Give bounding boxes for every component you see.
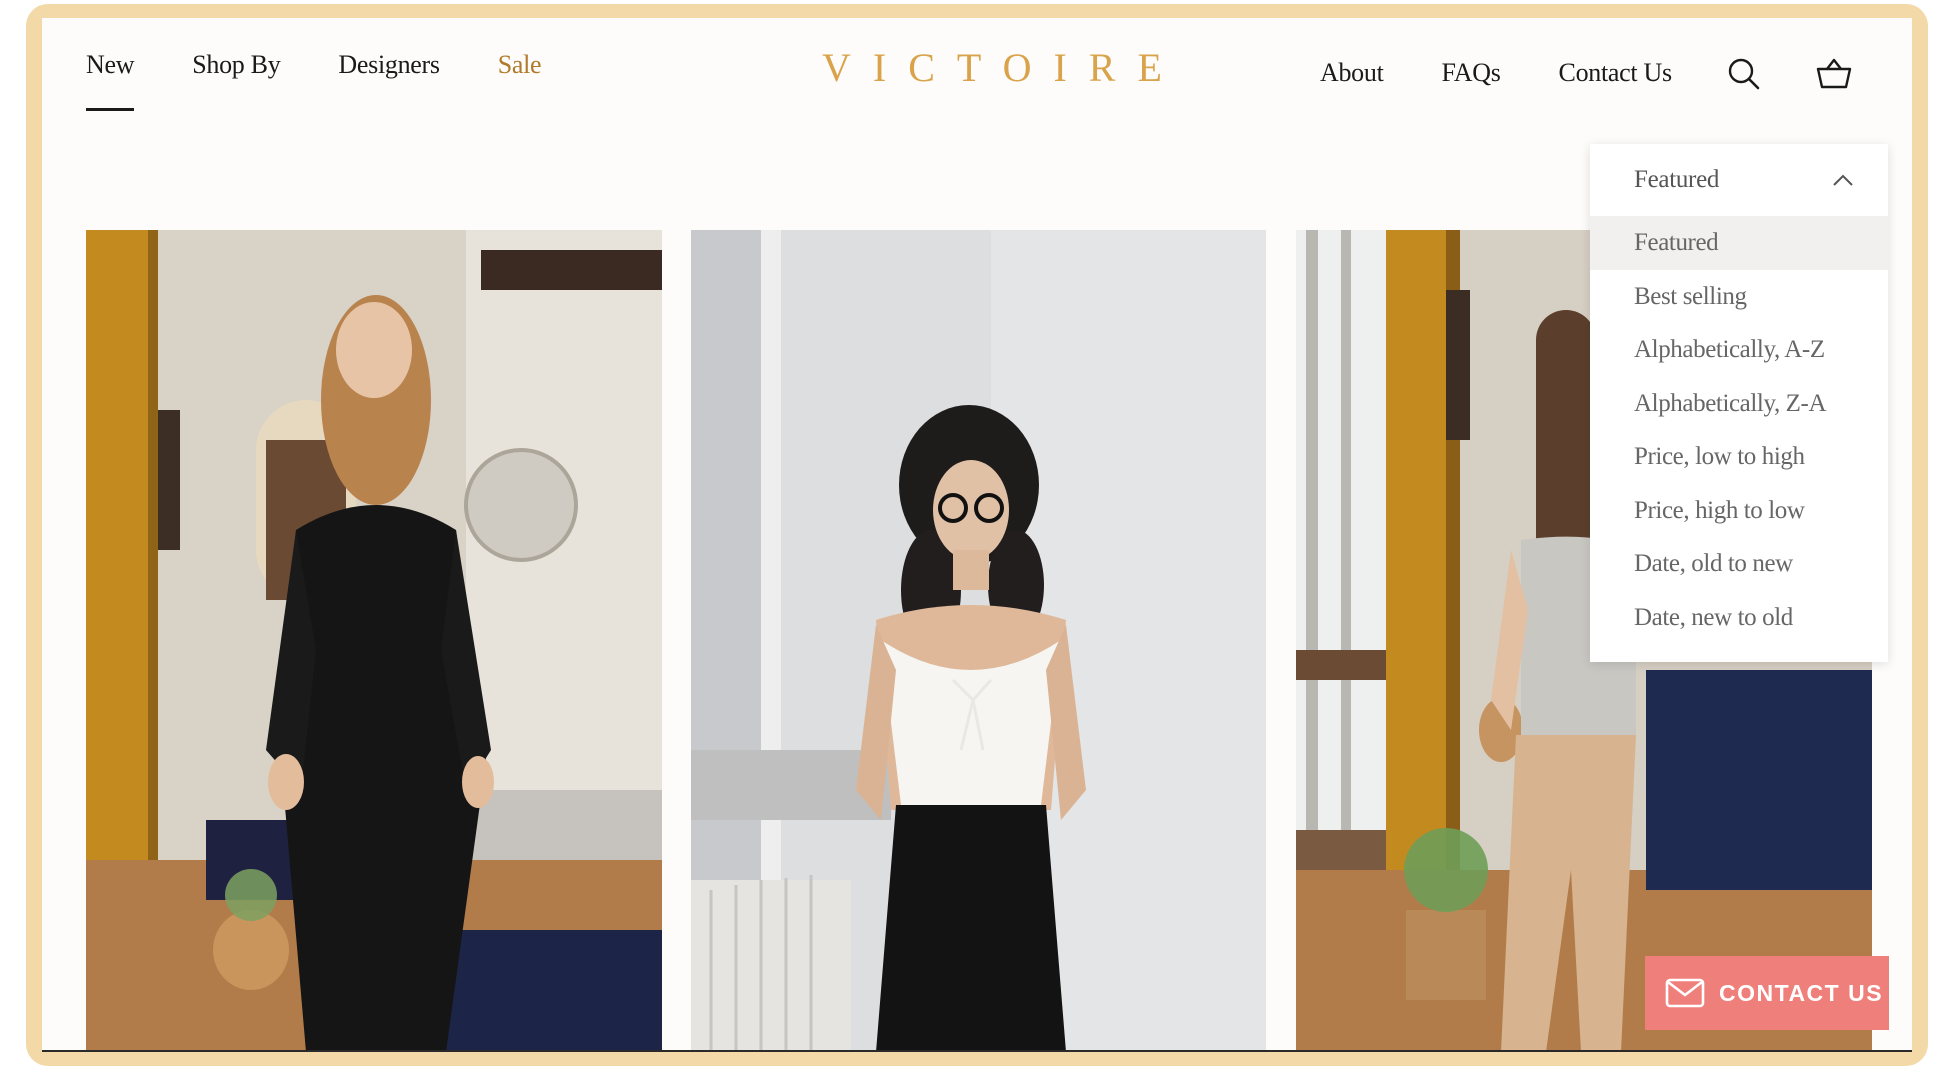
- mail-icon: [1665, 978, 1705, 1008]
- search-icon: [1728, 58, 1760, 90]
- secondary-nav: About FAQs Contact Us: [1320, 58, 1672, 88]
- sort-option-date-new-old[interactable]: Date, new to old: [1590, 591, 1888, 645]
- contact-us-button[interactable]: CONTACT US: [1645, 956, 1889, 1030]
- product-photo-black-dress: [86, 230, 662, 1052]
- bottom-divider: [42, 1050, 1912, 1052]
- sort-option-alpha-az[interactable]: Alphabetically, A-Z: [1590, 323, 1888, 377]
- brand-logo[interactable]: VICTOIRE: [822, 44, 1184, 91]
- basket-icon: [1816, 58, 1852, 89]
- sort-option-date-old-new[interactable]: Date, old to new: [1590, 537, 1888, 591]
- sort-option-alpha-za[interactable]: Alphabetically, Z-A: [1590, 377, 1888, 431]
- product-photo-white-camisole: [691, 230, 1266, 1052]
- store-page: New Shop By Designers Sale VICTOIRE Abou…: [42, 18, 1912, 1052]
- nav-sale[interactable]: Sale: [498, 50, 542, 80]
- nav-shop-by[interactable]: Shop By: [192, 50, 281, 80]
- sort-dropdown: Featured Featured Best selling Alphabeti…: [1590, 144, 1888, 662]
- chevron-up-icon: [1833, 174, 1853, 186]
- sort-option-featured[interactable]: Featured: [1590, 216, 1888, 270]
- sort-options: Featured Best selling Alphabetically, A-…: [1590, 216, 1888, 644]
- basket-button[interactable]: [1814, 54, 1854, 94]
- nav-new[interactable]: New: [86, 50, 135, 111]
- nav-faqs[interactable]: FAQs: [1442, 58, 1501, 88]
- product-image-2[interactable]: [691, 230, 1266, 1052]
- sort-option-price-low-high[interactable]: Price, low to high: [1590, 430, 1888, 484]
- nav-designers[interactable]: Designers: [338, 50, 440, 80]
- sort-dropdown-toggle[interactable]: Featured: [1590, 144, 1888, 216]
- sort-option-price-high-low[interactable]: Price, high to low: [1590, 484, 1888, 538]
- nav-contact-us[interactable]: Contact Us: [1559, 58, 1673, 88]
- sort-option-best-selling[interactable]: Best selling: [1590, 270, 1888, 324]
- sort-selected-label: Featured: [1634, 166, 1720, 193]
- search-button[interactable]: [1724, 54, 1764, 94]
- nav-about[interactable]: About: [1320, 58, 1384, 88]
- primary-nav: New Shop By Designers Sale: [86, 50, 542, 111]
- contact-us-label: CONTACT US: [1719, 979, 1884, 1006]
- product-image-1[interactable]: [86, 230, 662, 1052]
